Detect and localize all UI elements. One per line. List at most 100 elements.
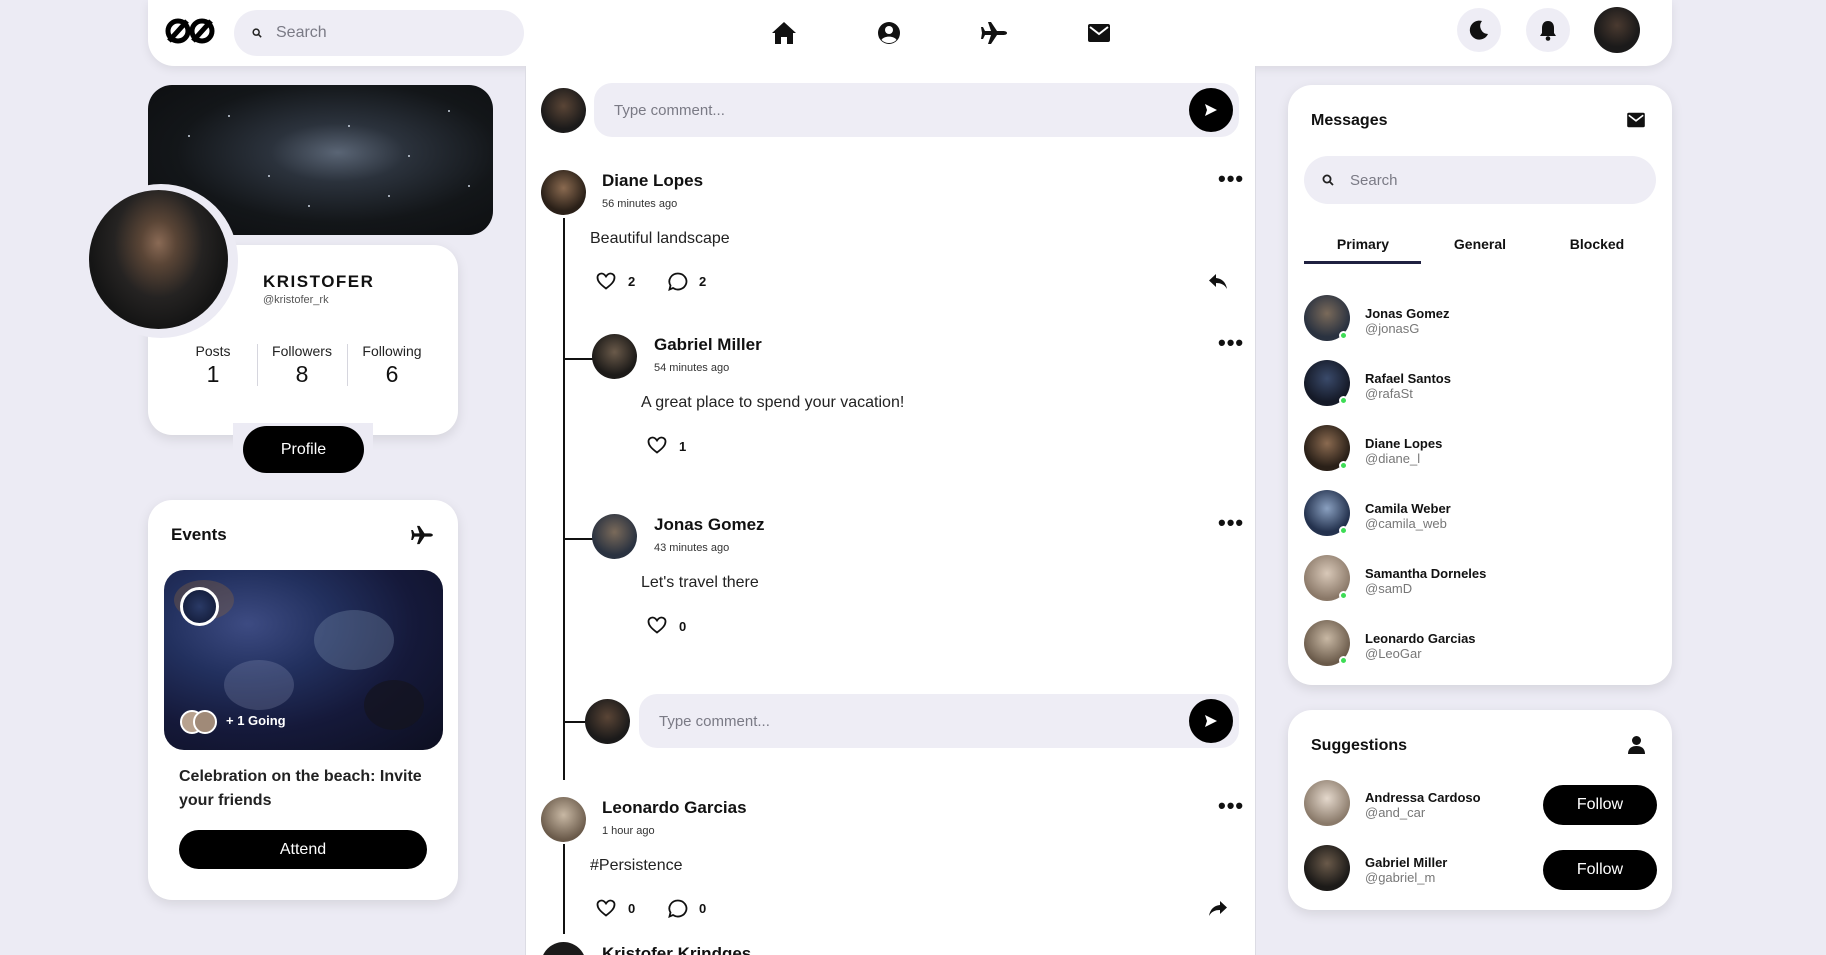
- post-author-avatar[interactable]: [541, 797, 586, 842]
- contact-handle: @samD: [1365, 581, 1413, 596]
- heart-icon[interactable]: [596, 899, 616, 917]
- post-author-name[interactable]: Kristofer Krindges: [602, 944, 751, 955]
- reply-time: 43 minutes ago: [654, 542, 730, 554]
- contact-handle: @jonasG: [1365, 321, 1420, 336]
- contact-row[interactable]: Diane Lopes @diane_l: [1304, 425, 1644, 471]
- online-indicator: [1339, 526, 1348, 535]
- tab-general[interactable]: General: [1421, 236, 1539, 252]
- commenter-avatar: [541, 88, 586, 133]
- comment-icon[interactable]: [668, 272, 688, 291]
- messages-search-input[interactable]: Search: [1304, 156, 1656, 204]
- reply-author-avatar[interactable]: [592, 334, 637, 379]
- online-indicator: [1339, 396, 1348, 405]
- reply-text: Let's travel there: [641, 574, 759, 591]
- event-description: Celebration on the beach: Invite your fr…: [179, 768, 422, 809]
- profile-button[interactable]: Profile: [243, 426, 364, 473]
- online-indicator: [1339, 331, 1348, 340]
- suggestion-name[interactable]: Andressa Cardoso: [1365, 790, 1481, 805]
- heart-icon[interactable]: [596, 272, 616, 290]
- profile-name: KRISTOFER: [263, 272, 375, 291]
- user-circle-icon[interactable]: [872, 16, 906, 50]
- follow-button[interactable]: Follow: [1543, 850, 1657, 890]
- contact-handle: @LeoGar: [1365, 646, 1422, 661]
- contact-name: Rafael Santos: [1365, 371, 1451, 386]
- thread-line: [563, 844, 565, 934]
- stat-label: Followers: [272, 343, 332, 359]
- comment-count: 0: [699, 901, 707, 916]
- tab-primary[interactable]: Primary: [1304, 236, 1422, 252]
- stat-following[interactable]: Following 6: [349, 343, 435, 388]
- stat-posts[interactable]: Posts 1: [170, 343, 256, 388]
- reply-author-avatar[interactable]: [592, 514, 637, 559]
- online-indicator: [1339, 656, 1348, 665]
- post-author-name[interactable]: Diane Lopes: [602, 171, 703, 191]
- more-options-icon[interactable]: •••: [1218, 512, 1244, 534]
- user-avatar[interactable]: [1594, 7, 1640, 53]
- tab-blocked[interactable]: Blocked: [1538, 236, 1656, 252]
- share-icon[interactable]: [1208, 900, 1228, 917]
- heart-icon[interactable]: [647, 616, 667, 634]
- contact-name: Samantha Dorneles: [1365, 566, 1487, 581]
- user-icon[interactable]: [1627, 735, 1646, 755]
- stat-divider: [347, 344, 348, 386]
- reply-icon[interactable]: [1208, 273, 1228, 290]
- stat-label: Posts: [195, 343, 231, 359]
- post-time: 1 hour ago: [602, 825, 655, 837]
- more-options-icon[interactable]: •••: [1218, 795, 1244, 817]
- contact-row[interactable]: Camila Weber @camila_web: [1304, 490, 1644, 536]
- follow-button[interactable]: Follow: [1543, 785, 1657, 825]
- reply-author-name[interactable]: Gabriel Miller: [654, 335, 762, 355]
- messages-title: Messages: [1311, 112, 1388, 129]
- attend-button[interactable]: Attend: [179, 830, 427, 869]
- reply-author-name[interactable]: Jonas Gomez: [654, 515, 765, 535]
- app-logo[interactable]: [165, 16, 215, 46]
- suggestion-avatar[interactable]: [1304, 780, 1350, 826]
- stat-value: 8: [295, 361, 309, 387]
- mail-icon[interactable]: [1082, 16, 1116, 50]
- moon-icon: [1469, 20, 1488, 40]
- post-time: 56 minutes ago: [602, 198, 678, 210]
- comment-input[interactable]: Type comment...: [594, 83, 1239, 137]
- suggestion-avatar[interactable]: [1304, 845, 1350, 891]
- contact-row[interactable]: Leonardo Garcias @LeoGar: [1304, 620, 1644, 666]
- profile-avatar[interactable]: [89, 190, 228, 329]
- like-count: 0: [679, 619, 687, 634]
- thread-branch: [563, 358, 593, 360]
- dark-mode-toggle[interactable]: [1457, 8, 1501, 52]
- stat-followers[interactable]: Followers 8: [259, 343, 345, 388]
- contact-row[interactable]: Rafael Santos @rafaSt: [1304, 360, 1644, 406]
- reply-time: 54 minutes ago: [654, 362, 730, 374]
- airplane-icon[interactable]: [410, 525, 434, 545]
- home-icon[interactable]: [767, 16, 801, 50]
- contact-name: Camila Weber: [1365, 501, 1451, 516]
- top-search-input[interactable]: Search: [234, 10, 524, 56]
- reply-comment-input[interactable]: Type comment...: [639, 694, 1239, 748]
- post-author-avatar[interactable]: [541, 170, 586, 215]
- online-indicator: [1339, 461, 1348, 470]
- notifications-button[interactable]: [1526, 8, 1570, 52]
- more-options-icon[interactable]: •••: [1218, 332, 1244, 354]
- thread-branch: [563, 721, 585, 723]
- reply-text: A great place to spend your vacation!: [641, 394, 905, 411]
- contact-row[interactable]: Samantha Dorneles @samD: [1304, 555, 1644, 601]
- like-count: 0: [628, 901, 636, 916]
- event-badge-avatar: [180, 587, 219, 626]
- airplane-icon[interactable]: [977, 16, 1011, 50]
- commenter-avatar: [585, 699, 630, 744]
- send-comment-button[interactable]: [1189, 88, 1233, 132]
- attendee-avatar: [193, 710, 217, 734]
- post-author-name[interactable]: Leonardo Garcias: [602, 798, 747, 818]
- contact-row[interactable]: Jonas Gomez @jonasG: [1304, 295, 1644, 341]
- heart-icon[interactable]: [647, 436, 667, 454]
- send-comment-button[interactable]: [1189, 699, 1233, 743]
- like-count: 1: [679, 439, 687, 454]
- thread-branch: [563, 538, 593, 540]
- post-text: Beautiful landscape: [590, 230, 730, 247]
- comment-placeholder: Type comment...: [614, 101, 725, 119]
- more-options-icon[interactable]: •••: [1218, 168, 1244, 190]
- search-icon: [252, 28, 262, 38]
- mail-icon[interactable]: [1626, 112, 1646, 128]
- comment-icon[interactable]: [668, 899, 688, 918]
- suggestion-name[interactable]: Gabriel Miller: [1365, 855, 1447, 870]
- profile-handle: @kristofer_rk: [263, 294, 329, 306]
